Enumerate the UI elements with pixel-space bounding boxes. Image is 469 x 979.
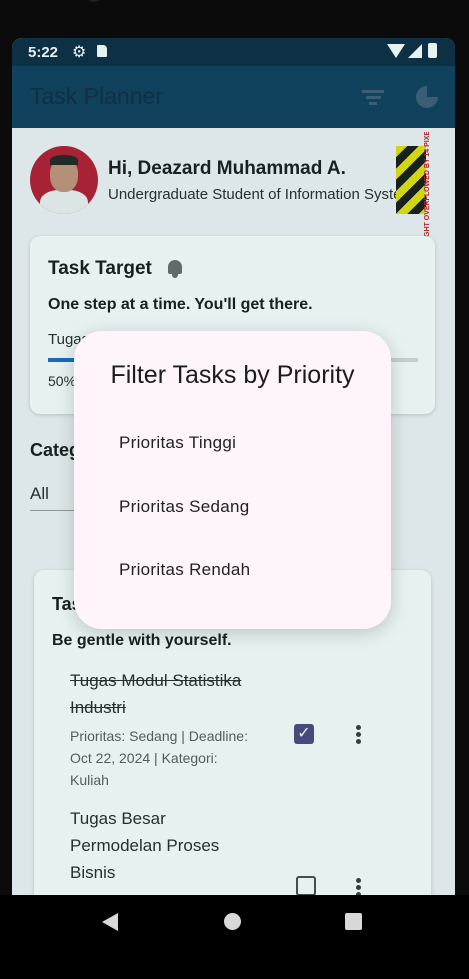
back-icon[interactable]	[102, 913, 118, 931]
option-priority-medium[interactable]: Prioritas Sedang	[94, 481, 371, 533]
phone-frame: 5:22 ⚙ Task Planner Hi, Deazard Muhammad…	[0, 0, 469, 979]
option-priority-high[interactable]: Prioritas Tinggi	[94, 417, 371, 469]
home-icon[interactable]	[224, 913, 241, 930]
dialog-title: Filter Tasks by Priority	[110, 361, 355, 389]
camera-cutout	[86, 0, 102, 2]
filter-dialog: Filter Tasks by Priority Prioritas Tingg…	[74, 331, 391, 629]
navigation-bar	[0, 895, 469, 979]
recents-icon[interactable]	[345, 913, 362, 930]
option-priority-low[interactable]: Prioritas Rendah	[94, 544, 371, 596]
